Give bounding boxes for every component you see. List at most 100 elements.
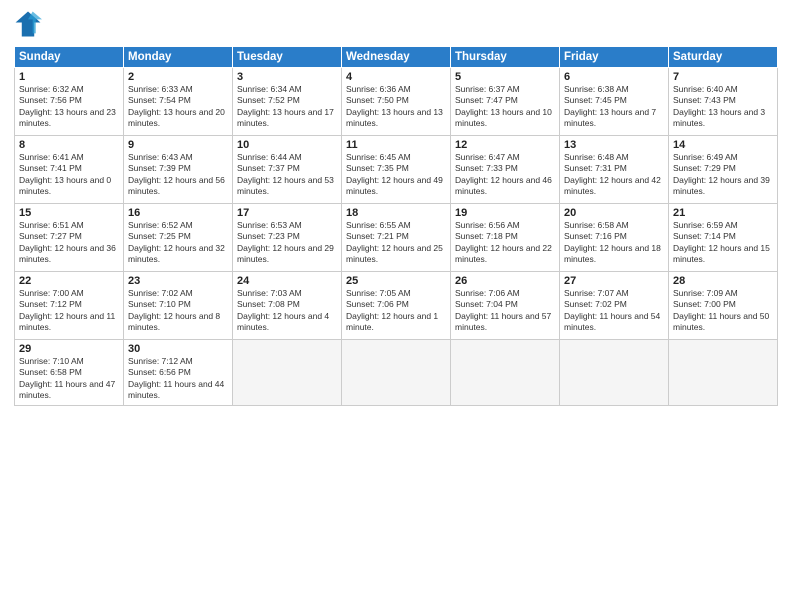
calendar-cell: 27Sunrise: 7:07 AMSunset: 7:02 PMDayligh…: [560, 272, 669, 340]
day-detail: Sunrise: 6:44 AMSunset: 7:37 PMDaylight:…: [237, 152, 334, 196]
calendar-cell: 29Sunrise: 7:10 AMSunset: 6:58 PMDayligh…: [15, 340, 124, 406]
day-number: 16: [128, 207, 228, 219]
day-detail: Sunrise: 6:45 AMSunset: 7:35 PMDaylight:…: [346, 152, 443, 196]
calendar-table: SundayMondayTuesdayWednesdayThursdayFrid…: [14, 46, 778, 406]
calendar-cell: 7Sunrise: 6:40 AMSunset: 7:43 PMDaylight…: [669, 68, 778, 136]
calendar-cell: 25Sunrise: 7:05 AMSunset: 7:06 PMDayligh…: [342, 272, 451, 340]
calendar-cell: [233, 340, 342, 406]
col-header-sunday: Sunday: [15, 47, 124, 68]
logo-icon: [14, 10, 42, 38]
day-detail: Sunrise: 7:05 AMSunset: 7:06 PMDaylight:…: [346, 288, 438, 332]
day-number: 5: [455, 71, 555, 83]
calendar-cell: 2Sunrise: 6:33 AMSunset: 7:54 PMDaylight…: [124, 68, 233, 136]
day-detail: Sunrise: 6:55 AMSunset: 7:21 PMDaylight:…: [346, 220, 443, 264]
calendar-cell: 20Sunrise: 6:58 AMSunset: 7:16 PMDayligh…: [560, 204, 669, 272]
day-detail: Sunrise: 6:49 AMSunset: 7:29 PMDaylight:…: [673, 152, 770, 196]
day-detail: Sunrise: 7:03 AMSunset: 7:08 PMDaylight:…: [237, 288, 329, 332]
calendar-cell: 6Sunrise: 6:38 AMSunset: 7:45 PMDaylight…: [560, 68, 669, 136]
day-number: 18: [346, 207, 446, 219]
page: SundayMondayTuesdayWednesdayThursdayFrid…: [0, 0, 792, 612]
day-detail: Sunrise: 6:51 AMSunset: 7:27 PMDaylight:…: [19, 220, 116, 264]
day-number: 21: [673, 207, 773, 219]
day-number: 7: [673, 71, 773, 83]
day-number: 29: [19, 343, 119, 355]
day-number: 22: [19, 275, 119, 287]
calendar-cell: [560, 340, 669, 406]
calendar-cell: 28Sunrise: 7:09 AMSunset: 7:00 PMDayligh…: [669, 272, 778, 340]
calendar-cell: 30Sunrise: 7:12 AMSunset: 6:56 PMDayligh…: [124, 340, 233, 406]
day-detail: Sunrise: 6:52 AMSunset: 7:25 PMDaylight:…: [128, 220, 225, 264]
col-header-thursday: Thursday: [451, 47, 560, 68]
day-number: 27: [564, 275, 664, 287]
day-detail: Sunrise: 6:36 AMSunset: 7:50 PMDaylight:…: [346, 84, 443, 128]
day-detail: Sunrise: 6:48 AMSunset: 7:31 PMDaylight:…: [564, 152, 661, 196]
calendar-cell: 11Sunrise: 6:45 AMSunset: 7:35 PMDayligh…: [342, 136, 451, 204]
day-number: 28: [673, 275, 773, 287]
day-number: 19: [455, 207, 555, 219]
calendar-cell: 9Sunrise: 6:43 AMSunset: 7:39 PMDaylight…: [124, 136, 233, 204]
day-detail: Sunrise: 6:47 AMSunset: 7:33 PMDaylight:…: [455, 152, 552, 196]
calendar-cell: 24Sunrise: 7:03 AMSunset: 7:08 PMDayligh…: [233, 272, 342, 340]
header: [14, 10, 778, 38]
day-number: 30: [128, 343, 228, 355]
calendar-cell: 13Sunrise: 6:48 AMSunset: 7:31 PMDayligh…: [560, 136, 669, 204]
col-header-wednesday: Wednesday: [342, 47, 451, 68]
calendar-week-row: 1Sunrise: 6:32 AMSunset: 7:56 PMDaylight…: [15, 68, 778, 136]
calendar-cell: 23Sunrise: 7:02 AMSunset: 7:10 PMDayligh…: [124, 272, 233, 340]
day-detail: Sunrise: 7:00 AMSunset: 7:12 PMDaylight:…: [19, 288, 115, 332]
col-header-friday: Friday: [560, 47, 669, 68]
day-number: 2: [128, 71, 228, 83]
day-number: 17: [237, 207, 337, 219]
day-detail: Sunrise: 6:58 AMSunset: 7:16 PMDaylight:…: [564, 220, 661, 264]
day-number: 26: [455, 275, 555, 287]
calendar-cell: 12Sunrise: 6:47 AMSunset: 7:33 PMDayligh…: [451, 136, 560, 204]
calendar-cell: 3Sunrise: 6:34 AMSunset: 7:52 PMDaylight…: [233, 68, 342, 136]
calendar-week-row: 22Sunrise: 7:00 AMSunset: 7:12 PMDayligh…: [15, 272, 778, 340]
day-detail: Sunrise: 6:59 AMSunset: 7:14 PMDaylight:…: [673, 220, 770, 264]
calendar-week-row: 15Sunrise: 6:51 AMSunset: 7:27 PMDayligh…: [15, 204, 778, 272]
day-number: 12: [455, 139, 555, 151]
day-detail: Sunrise: 6:53 AMSunset: 7:23 PMDaylight:…: [237, 220, 334, 264]
calendar-cell: 19Sunrise: 6:56 AMSunset: 7:18 PMDayligh…: [451, 204, 560, 272]
day-number: 6: [564, 71, 664, 83]
calendar-header-row: SundayMondayTuesdayWednesdayThursdayFrid…: [15, 47, 778, 68]
calendar-week-row: 8Sunrise: 6:41 AMSunset: 7:41 PMDaylight…: [15, 136, 778, 204]
day-detail: Sunrise: 6:33 AMSunset: 7:54 PMDaylight:…: [128, 84, 225, 128]
day-number: 20: [564, 207, 664, 219]
day-number: 14: [673, 139, 773, 151]
calendar-cell: [451, 340, 560, 406]
calendar-cell: 17Sunrise: 6:53 AMSunset: 7:23 PMDayligh…: [233, 204, 342, 272]
col-header-tuesday: Tuesday: [233, 47, 342, 68]
day-detail: Sunrise: 6:43 AMSunset: 7:39 PMDaylight:…: [128, 152, 225, 196]
day-number: 24: [237, 275, 337, 287]
day-detail: Sunrise: 6:37 AMSunset: 7:47 PMDaylight:…: [455, 84, 552, 128]
calendar-cell: 5Sunrise: 6:37 AMSunset: 7:47 PMDaylight…: [451, 68, 560, 136]
calendar-cell: 4Sunrise: 6:36 AMSunset: 7:50 PMDaylight…: [342, 68, 451, 136]
day-detail: Sunrise: 6:34 AMSunset: 7:52 PMDaylight:…: [237, 84, 334, 128]
day-number: 13: [564, 139, 664, 151]
day-detail: Sunrise: 7:02 AMSunset: 7:10 PMDaylight:…: [128, 288, 220, 332]
col-header-monday: Monday: [124, 47, 233, 68]
day-detail: Sunrise: 6:32 AMSunset: 7:56 PMDaylight:…: [19, 84, 116, 128]
calendar-cell: 15Sunrise: 6:51 AMSunset: 7:27 PMDayligh…: [15, 204, 124, 272]
calendar-cell: 1Sunrise: 6:32 AMSunset: 7:56 PMDaylight…: [15, 68, 124, 136]
day-number: 4: [346, 71, 446, 83]
calendar-cell: 16Sunrise: 6:52 AMSunset: 7:25 PMDayligh…: [124, 204, 233, 272]
calendar-week-row: 29Sunrise: 7:10 AMSunset: 6:58 PMDayligh…: [15, 340, 778, 406]
calendar-cell: 14Sunrise: 6:49 AMSunset: 7:29 PMDayligh…: [669, 136, 778, 204]
calendar-cell: 10Sunrise: 6:44 AMSunset: 7:37 PMDayligh…: [233, 136, 342, 204]
day-number: 11: [346, 139, 446, 151]
day-detail: Sunrise: 7:09 AMSunset: 7:00 PMDaylight:…: [673, 288, 769, 332]
day-detail: Sunrise: 6:38 AMSunset: 7:45 PMDaylight:…: [564, 84, 656, 128]
day-detail: Sunrise: 7:12 AMSunset: 6:56 PMDaylight:…: [128, 356, 224, 400]
day-number: 1: [19, 71, 119, 83]
calendar-cell: 26Sunrise: 7:06 AMSunset: 7:04 PMDayligh…: [451, 272, 560, 340]
day-number: 9: [128, 139, 228, 151]
day-detail: Sunrise: 6:40 AMSunset: 7:43 PMDaylight:…: [673, 84, 765, 128]
day-detail: Sunrise: 6:41 AMSunset: 7:41 PMDaylight:…: [19, 152, 111, 196]
logo: [14, 10, 46, 38]
day-number: 25: [346, 275, 446, 287]
day-number: 23: [128, 275, 228, 287]
day-detail: Sunrise: 7:10 AMSunset: 6:58 PMDaylight:…: [19, 356, 115, 400]
calendar-cell: 21Sunrise: 6:59 AMSunset: 7:14 PMDayligh…: [669, 204, 778, 272]
